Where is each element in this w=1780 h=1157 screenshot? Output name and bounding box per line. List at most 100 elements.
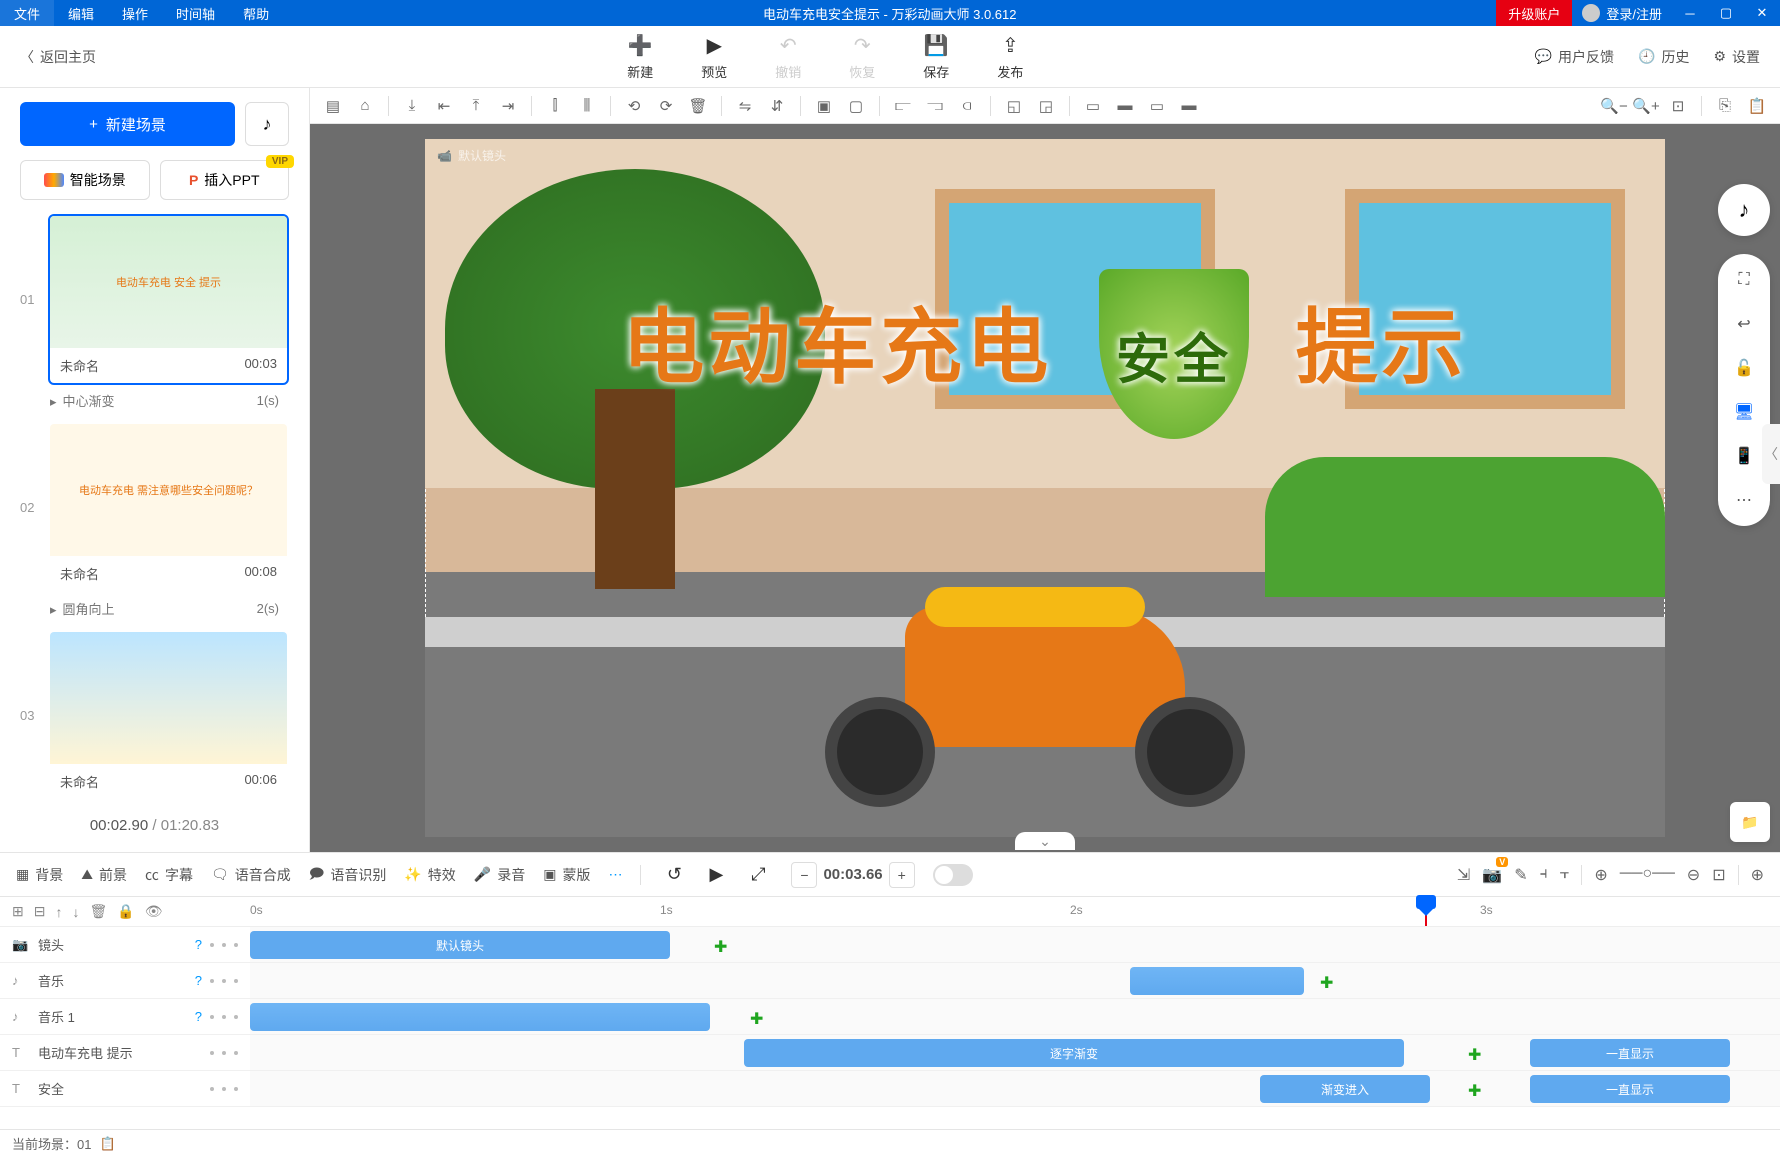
music-button[interactable]: ♪ [245,102,289,146]
more-icon[interactable]: ⋯ [1728,484,1760,516]
login-button[interactable]: 登录/注册 [1572,4,1672,23]
timeline-tail-clip[interactable]: 一直显示 [1530,1075,1730,1103]
timeline-clip[interactable]: 渐变进入 [1260,1075,1430,1103]
scene-transition[interactable]: ▸圆角向上 2(s) [20,593,289,624]
delete-track-icon[interactable]: 🗑 [89,903,107,920]
record-tab[interactable]: 🎤录音 [474,865,525,885]
scene-title-text[interactable]: 电动车充电 提示 [425,269,1665,439]
toolbar-button-5[interactable]: ⇪发布 [997,33,1023,81]
fullscreen-icon[interactable]: ⛶ [1728,264,1760,296]
order-3-icon[interactable]: ▭ [1142,91,1172,121]
timeline-clip[interactable]: 默认镜头 [250,931,670,959]
lock-icon[interactable]: 🔓 [1728,352,1760,384]
menu-file[interactable]: 文件 [0,0,54,26]
distribute-v-icon[interactable]: ⫼ [572,91,602,121]
timeline-clip[interactable]: 逐字渐变 [744,1039,1404,1067]
align-bottom-icon[interactable]: ⤓ [397,91,427,121]
rewind-button[interactable]: ↺ [659,860,689,890]
toolbar-link-2[interactable]: ⚙ 设置 [1713,47,1760,67]
group-icon[interactable]: ▣ [809,91,839,121]
help-icon[interactable]: ? [195,937,202,952]
zoom-fit-icon[interactable]: ⊡ [1663,91,1693,121]
add-clip-button[interactable]: ✚ [1320,973,1333,993]
track-label[interactable]: 📷 镜头 ? [0,927,250,962]
camera-icon[interactable]: 📷V [1482,865,1502,885]
menu-timeline[interactable]: 时间轴 [162,0,229,26]
zoom-slider[interactable]: ──○── [1620,865,1675,885]
fit-tl-icon[interactable]: ⊡ [1712,865,1725,885]
timeline-tail-clip[interactable]: 一直显示 [1530,1039,1730,1067]
menu-action[interactable]: 操作 [108,0,162,26]
subtitle-tab[interactable]: ㏄字幕 [145,865,193,885]
tts-tab[interactable]: 🗨语音合成 [211,865,291,885]
toolbar-button-2[interactable]: ↶撤销 [775,33,801,81]
zoom-out-tl-icon[interactable]: ⊖ [1687,865,1700,885]
timeline-ruler[interactable]: 0s1s2s3s [250,897,1780,926]
align-right-icon[interactable]: ⇥ [493,91,523,121]
trash-icon[interactable]: 🗑 [683,91,713,121]
playhead[interactable] [1425,897,1427,926]
flip-h-icon[interactable]: ⇋ [730,91,760,121]
align-r-icon[interactable]: ⫏ [952,91,982,121]
import-ppt-button[interactable]: P 插入PPT VIP [160,160,290,200]
track-lane[interactable]: 逐字渐变 ✚ 一直显示 [250,1035,1780,1070]
more-tab[interactable]: ⋯ [608,866,622,883]
add-folder-icon[interactable]: ⊟ [34,903,46,920]
home-icon[interactable]: ⌂ [350,91,380,121]
collapse-canvas-button[interactable]: ⌄ [1015,832,1075,850]
add-clip-button[interactable]: ✚ [1468,1081,1481,1101]
timeline-clip[interactable] [250,1003,710,1031]
order-1-icon[interactable]: ▭ [1078,91,1108,121]
scene-thumbnail[interactable]: 未命名 00:06 [48,630,289,801]
time-minus-button[interactable]: − [791,862,817,888]
track-lane[interactable]: 默认镜头 ✚ [250,927,1780,962]
smart-scene-button[interactable]: 智能场景 [20,160,150,200]
send-back-icon[interactable]: ◲ [1031,91,1061,121]
order-2-icon[interactable]: ▬ [1110,91,1140,121]
expand-panel-button[interactable]: 〈 [1762,424,1780,484]
scooter-graphic[interactable] [805,527,1285,807]
rotate-left-icon[interactable]: ⟲ [619,91,649,121]
track-label[interactable]: T 电动车充电 提示 [0,1035,250,1070]
align-l-icon[interactable]: ⫍ [888,91,918,121]
add-clip-button[interactable]: ✚ [750,1009,763,1029]
clipboard-icon[interactable]: 📋 [99,1136,115,1152]
flip-v-icon[interactable]: ⇵ [762,91,792,121]
time-plus-button[interactable]: + [889,862,915,888]
copy-icon[interactable]: ⎘ [1710,91,1740,121]
mask-tab[interactable]: ▣蒙版 [543,865,590,885]
move-up-icon[interactable]: ↑ [55,904,62,920]
loop-toggle[interactable] [933,864,973,886]
menu-edit[interactable]: 编辑 [54,0,108,26]
toolbar-link-1[interactable]: 🕘 历史 [1638,47,1689,67]
play-button[interactable]: ▶ [701,860,731,890]
track-lane[interactable]: ✚ [250,963,1780,998]
toolbar-button-1[interactable]: ▶预览 [701,33,727,81]
distribute-h-icon[interactable]: ⫿ [540,91,570,121]
scene-thumbnail[interactable]: 电动车充电 需注意哪些安全问题呢？ 未命名 00:08 [48,422,289,593]
edit-icon[interactable]: ✎ [1514,865,1527,885]
move-down-icon[interactable]: ↓ [72,904,79,920]
foreground-tab[interactable]: ⛰前景 [81,865,127,885]
filter-icon[interactable]: ⫟ [1560,865,1570,885]
timeline-clip[interactable] [1130,967,1304,995]
expand-button[interactable]: ⤢ [743,860,773,890]
lock-track-icon[interactable]: 🔒 [117,903,134,920]
add-clip-button[interactable]: ✚ [1468,1045,1481,1065]
track-lane[interactable]: ✚ [250,999,1780,1034]
scene-transition[interactable]: ▸中心渐变 1(s) [20,385,289,416]
align-left-icon[interactable]: ⇤ [429,91,459,121]
maximize-button[interactable]: ▢ [1708,0,1744,26]
close-button[interactable]: ✕ [1744,0,1780,26]
effects-tab[interactable]: ✨特效 [404,865,455,885]
canvas[interactable]: 📹 默认镜头 电动车充电 提示 [425,139,1665,837]
add-clip-button[interactable]: ✚ [714,937,727,957]
zoom-out-icon[interactable]: 🔍− [1599,91,1629,121]
align-c-icon[interactable]: ⫎ [920,91,950,121]
order-4-icon[interactable]: ▬ [1174,91,1204,121]
toolbar-button-4[interactable]: 💾保存 [923,33,949,81]
back-home-button[interactable]: 〈 返回主页 [0,47,116,67]
track-label[interactable]: T 安全 [0,1071,250,1106]
desktop-view-icon[interactable]: 🖥 [1728,396,1760,428]
layers-icon[interactable]: ▤ [318,91,348,121]
